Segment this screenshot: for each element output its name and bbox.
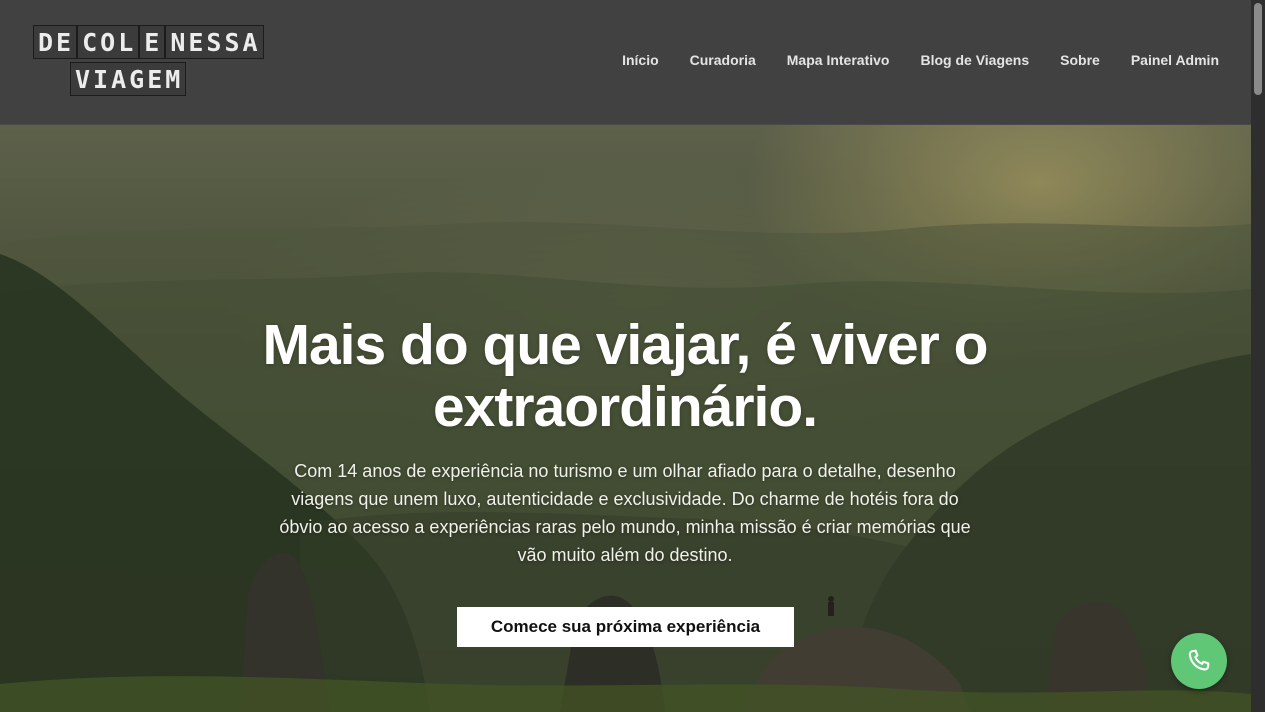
hero-title-line: extraordinário. <box>432 375 818 439</box>
hero-description-line: óbvio ao acesso a experiências raras pel… <box>279 517 971 537</box>
hero-description: Com 14 anos de experiência no turismo e … <box>250 457 1000 569</box>
page-scrollbar[interactable] <box>1251 0 1265 712</box>
contact-floating-button[interactable] <box>1171 633 1227 689</box>
nav-item-inicio[interactable]: Início <box>622 52 659 68</box>
hero-description-line: viagens que unem luxo, autenticidade e e… <box>291 489 959 509</box>
hero-section: Mais do que viajar, é viver o extraordin… <box>0 124 1251 712</box>
start-experience-button[interactable]: Comece sua próxima experiência <box>457 607 794 647</box>
logo-line-1: DE COL E NESSA <box>33 25 264 59</box>
page: DE COL E NESSA VIAGEM Início Curadoria M… <box>0 0 1265 712</box>
logo-cell: NESSA <box>165 25 264 59</box>
nav-item-painel-admin[interactable]: Painel Admin <box>1131 52 1219 68</box>
scrollbar-thumb[interactable] <box>1254 3 1262 95</box>
site-logo[interactable]: DE COL E NESSA VIAGEM <box>33 25 264 100</box>
logo-cell: E <box>139 25 166 59</box>
logo-cell: DE <box>33 25 78 59</box>
phone-icon <box>1188 649 1210 671</box>
logo-cell: COL <box>77 25 140 59</box>
nav-item-blog-de-viagens[interactable]: Blog de Viagens <box>920 52 1029 68</box>
hero-description-line: Com 14 anos de experiência no turismo e … <box>294 461 956 481</box>
logo-line-2: VIAGEM <box>70 62 187 96</box>
hero-title-line: Mais do que viajar, é viver o <box>262 313 989 377</box>
nav-item-mapa-interativo[interactable]: Mapa Interativo <box>787 52 890 68</box>
site-header: DE COL E NESSA VIAGEM Início Curadoria M… <box>0 0 1251 125</box>
hero-description-line: vão muito além do destino. <box>517 545 733 565</box>
nav-item-sobre[interactable]: Sobre <box>1060 52 1100 68</box>
main-nav: Início Curadoria Mapa Interativo Blog de… <box>622 52 1219 68</box>
nav-item-curadoria[interactable]: Curadoria <box>690 52 756 68</box>
hero-title: Mais do que viajar, é viver o extraordin… <box>200 314 1050 438</box>
logo-cell: VIAGEM <box>70 62 187 96</box>
